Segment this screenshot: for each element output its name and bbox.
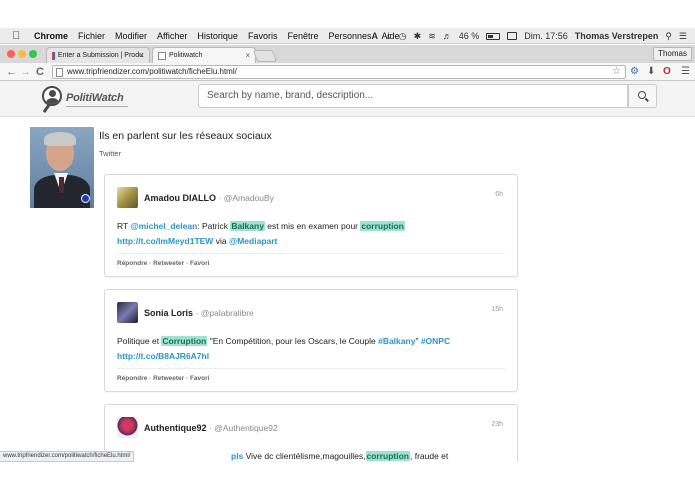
zoom-window-button[interactable] [29,50,37,58]
tab-politiwatch[interactable]: Politiwatch × [152,47,256,63]
notification-center-icon[interactable]: ☰ [679,31,687,42]
tweet-author[interactable]: Amadou DIALLO · @AmadouBy [144,193,274,203]
section-subtitle: Twitter [99,149,122,158]
keyword-highlight: corruption [365,451,410,461]
chrome-menu-icon[interactable]: ☰ [681,66,690,78]
tweet-actions[interactable]: Répondre · Retweeter · Favori [117,375,209,382]
menu-fichier[interactable]: Fichier [78,31,105,41]
url-link[interactable]: http://t.co/B8AJR6A7hl [117,351,209,361]
logo-text: PolitiWatch [66,92,124,104]
tab-strip: Enter a Submission | Produ × Politiwatch… [0,45,695,63]
tweet-card: Amadou DIALLO · @AmadouBy 6h RT @michel_… [104,174,518,277]
close-tab-icon[interactable]: × [139,51,144,60]
menu-afficher[interactable]: Afficher [157,31,187,41]
author-name: Amadou DIALLO [144,193,216,203]
battery-percent[interactable]: 46 % [459,31,480,41]
close-window-button[interactable] [7,50,15,58]
apple-icon[interactable]:  [12,30,22,42]
reload-icon[interactable]: C [36,65,44,79]
notification-bell-icon[interactable]: ♫ [385,31,392,41]
tab-title: Politiwatch [169,52,203,59]
keyword-highlight: corruption [360,221,405,231]
forward-arrow-icon[interactable]: → [20,65,31,79]
search-button[interactable] [628,84,657,108]
author-handle: · @palabralibre [195,308,254,318]
tweet-author[interactable]: Sonia Loris · @palabralibre [144,308,254,318]
avatar[interactable] [117,187,138,208]
battery-icon[interactable] [486,32,501,40]
back-arrow-icon[interactable]: ← [6,65,17,79]
section-title: Ils en parlent sur les réseaux sociaux [99,130,272,142]
tab-title: Enter a Submission | Produ [57,52,143,59]
search-icon [638,91,646,99]
author-name: Sonia Loris [144,308,194,318]
menu-personnes[interactable]: Personnes [328,31,371,41]
display-icon[interactable] [507,32,518,40]
politiwatch-logo[interactable]: PolitiWatch [42,86,132,114]
mention-link[interactable]: @Mediapart [229,236,277,246]
clock[interactable]: Dim. 17:56 [524,31,568,41]
minimize-window-button[interactable] [18,50,26,58]
address-bar[interactable]: www.tripfriendizer.com/politiwatch/fiche… [52,65,626,79]
page-bottom-margin [0,462,695,494]
status-dot-icon [81,194,90,203]
tweet-time[interactable]: 6h [495,191,503,198]
avatar[interactable] [117,417,138,438]
status-bar-url: www.tripfriendizer.com/politiwatch/fiche… [0,451,135,462]
extension-translate-icon[interactable]: ⚙ [630,66,639,78]
mention-link[interactable]: @michel_delean [130,221,197,231]
keyword-highlight: Balkany [230,221,265,231]
macos-menubar:  Chrome Fichier Modifier Afficher Histo… [0,28,695,44]
tweet-time[interactable]: 15h [491,306,503,313]
keyword-highlight: Corruption [161,336,208,346]
profile-button[interactable]: Thomas [653,47,692,61]
tweet-card: Sonia Loris · @palabralibre 15h Politiqu… [104,289,518,392]
menu-app-chrome[interactable]: Chrome [34,31,68,41]
author-handle: · @AmadouBy [218,193,274,203]
wifi-icon[interactable]: ≋ [428,31,436,42]
browser-toolbar: ← → C www.tripfriendizer.com/politiwatch… [0,63,695,81]
menu-fenetre[interactable]: Fenêtre [287,31,318,41]
page-favicon-icon [158,51,166,60]
tweet-text: RT @michel_delean: Patrick Balkany est m… [117,221,405,246]
site-header: PolitiWatch Search by name, brand, descr… [0,81,695,117]
extension-download-icon[interactable]: ⬇ [647,66,655,78]
politician-photo [30,127,94,208]
search-input[interactable]: Search by name, brand, description... [198,84,628,108]
url-link[interactable]: http://t.co/lmMeyd1TEW [117,236,213,246]
hashtag-link[interactable]: #Balkany [378,336,415,346]
mention-link[interactable]: pls [231,451,243,461]
volume-icon[interactable]: ♬ [443,31,452,41]
divider [117,368,505,369]
tweet-author[interactable]: Authentique92 · @Authentique92 [144,423,278,433]
magnifier-person-icon [42,86,62,106]
address-url: www.tripfriendizer.com/politiwatch/fiche… [67,67,237,76]
divider [117,253,505,254]
devpost-favicon-icon [52,51,55,60]
tab-enter-submission[interactable]: Enter a Submission | Produ × [46,47,150,63]
new-tab-button[interactable] [252,50,278,62]
bookmark-star-icon[interactable]: ☆ [612,66,621,78]
menu-historique[interactable]: Historique [197,31,238,41]
time-machine-icon[interactable]: ◷ [399,31,407,42]
close-tab-icon[interactable]: × [245,51,250,60]
author-handle: · @Authentique92 [209,423,278,433]
tweet-text: Politique et Corruption "En Compétition,… [117,336,451,361]
bluetooth-icon[interactable]: ✱ [414,31,422,42]
page-icon [56,68,63,77]
tweet-actions[interactable]: Répondre · Retweeter · Favori [117,260,209,267]
user-name[interactable]: Thomas Verstrepen [575,31,659,41]
menu-favoris[interactable]: Favoris [248,31,278,41]
menubar-status-area: A ♫ ◷ ✱ ≋ ♬ 46 % Dim. 17:56 Thomas Verst… [372,28,687,44]
author-name: Authentique92 [144,423,207,433]
spotlight-icon[interactable]: ⚲ [665,31,672,42]
extension-opera-icon[interactable]: O [663,66,671,78]
menu-modifier[interactable]: Modifier [115,31,147,41]
adobe-icon[interactable]: A [372,31,379,41]
hashtag-link[interactable]: #ONPC [421,336,450,346]
tweet-time[interactable]: 23h [491,421,503,428]
avatar[interactable] [117,302,138,323]
